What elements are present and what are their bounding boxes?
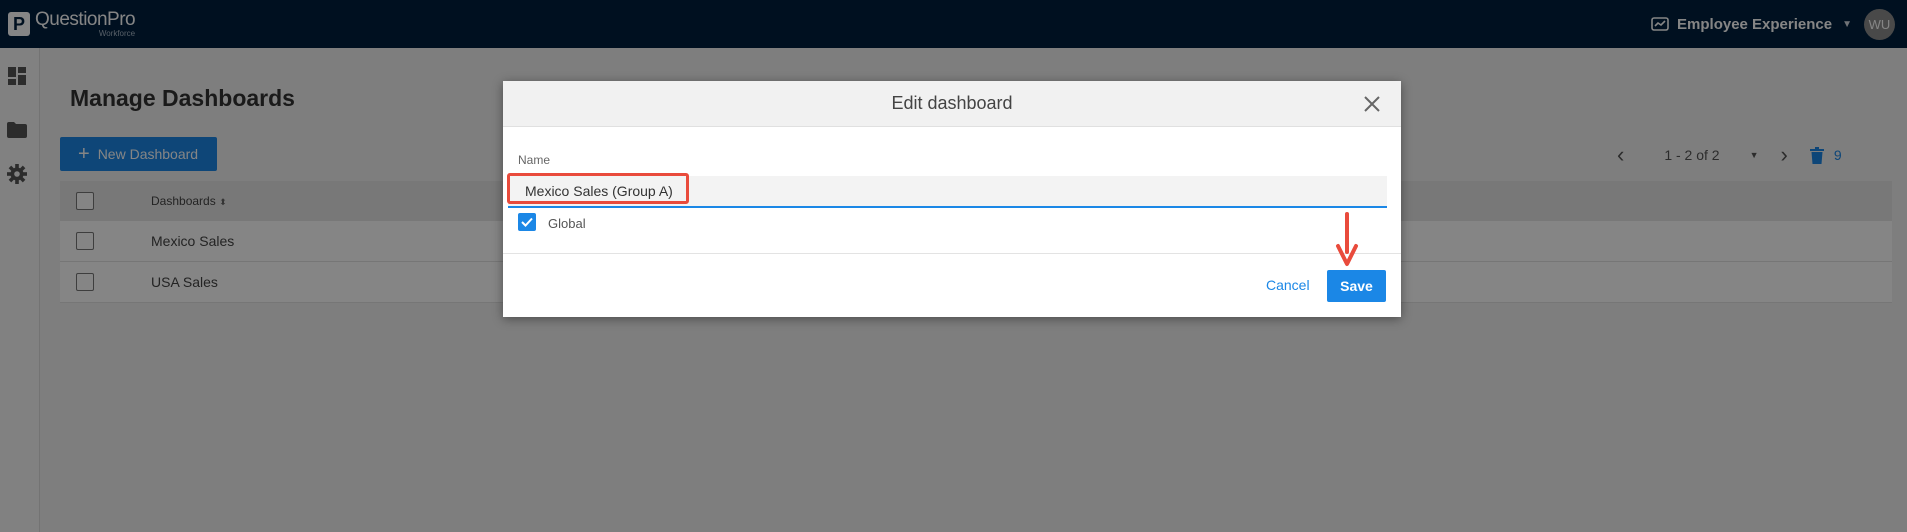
dialog-header: Edit dashboard <box>503 81 1401 127</box>
checkmark-icon <box>521 217 533 227</box>
dialog-divider <box>503 253 1401 254</box>
name-label: Name <box>518 153 551 167</box>
save-button[interactable]: Save <box>1327 270 1386 302</box>
arrow-down-icon <box>1336 212 1358 266</box>
edit-dashboard-dialog: Edit dashboard Name Global Cancel Save <box>503 81 1401 317</box>
global-label: Global <box>548 216 586 231</box>
name-input[interactable] <box>508 176 1387 208</box>
global-checkbox[interactable] <box>518 213 536 231</box>
cancel-button[interactable]: Cancel <box>1266 277 1310 293</box>
close-icon[interactable] <box>1361 93 1383 115</box>
dialog-title: Edit dashboard <box>891 93 1013 113</box>
